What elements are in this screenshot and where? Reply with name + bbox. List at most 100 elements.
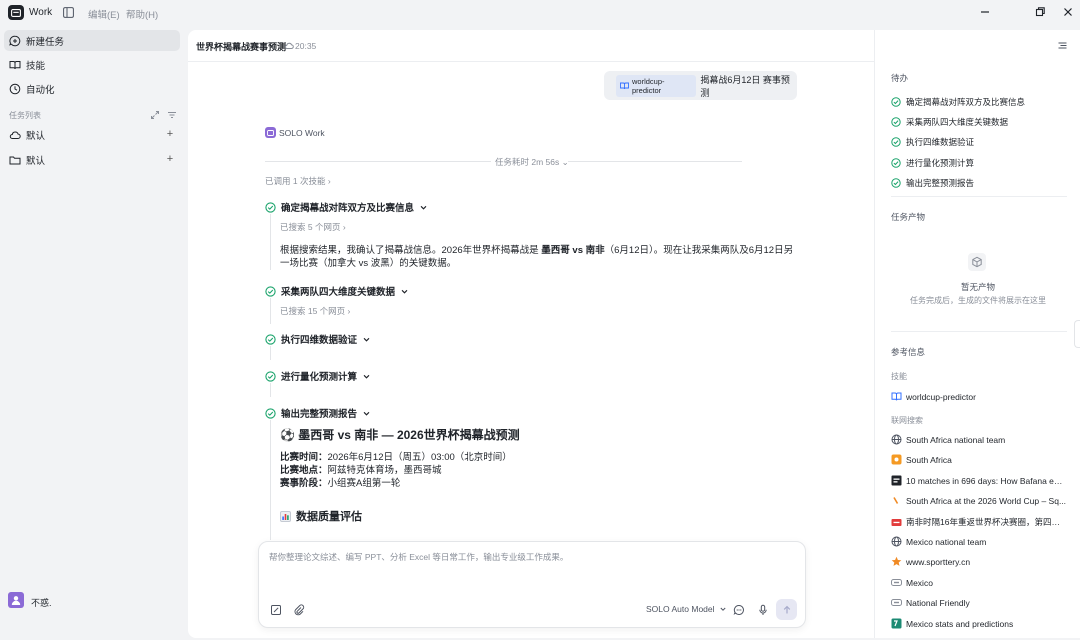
site-orange-icon bbox=[891, 454, 902, 465]
reference-label: www.sporttery.cn bbox=[906, 556, 971, 567]
report-title: ⚽ 墨西哥 vs 南非 — 2026世界杯揭幕战预测 bbox=[280, 428, 520, 442]
reference-label: Mexico stats and predictions bbox=[906, 618, 1014, 629]
divider bbox=[265, 161, 491, 162]
user-message-bubble: worldcup-predictor 揭幕战6月12日 赛事预测 bbox=[604, 71, 797, 100]
restore-icon[interactable] bbox=[1034, 6, 1046, 18]
check-circle-icon bbox=[265, 201, 276, 213]
reference-link[interactable]: Mexico bbox=[891, 577, 1067, 588]
add-task-button[interactable]: + bbox=[165, 129, 175, 140]
book-icon bbox=[891, 391, 902, 402]
sidebar-item-label: 新建任务 bbox=[26, 36, 65, 48]
filter-icon[interactable] bbox=[167, 110, 177, 120]
globe-icon bbox=[891, 536, 902, 547]
scroll-handle[interactable] bbox=[1074, 320, 1080, 348]
step-1-text: 根据搜索结果，我确认了揭幕战信息。2026年世界杯揭幕战是 墨西哥 vs 南非（… bbox=[280, 244, 800, 270]
task-duration-toggle[interactable]: 任务耗时 2m 56s ⌄ bbox=[495, 156, 569, 168]
panel-toggle-icon[interactable] bbox=[1057, 40, 1068, 51]
reference-link[interactable]: 南非时隔16年重返世界杯决赛圈，第四次... bbox=[891, 516, 1067, 528]
reference-link[interactable]: www.sporttery.cn bbox=[891, 556, 1067, 567]
chevron-down-icon bbox=[362, 409, 371, 418]
attachment-icon[interactable] bbox=[293, 604, 305, 616]
report-key: 赛事阶段： bbox=[280, 478, 328, 489]
cube-icon bbox=[968, 253, 986, 271]
user-message-text: 揭幕战6月12日 赛事预测 bbox=[700, 74, 790, 98]
step-title: 进行量化预测计算 bbox=[281, 372, 358, 383]
reference-label: worldcup-predictor bbox=[906, 391, 976, 402]
app-name: Work bbox=[29, 7, 53, 18]
cloud-icon bbox=[9, 129, 21, 141]
step-text: 根据搜索结果，我确认了揭幕战信息。2026年世界杯揭幕战是 bbox=[280, 245, 542, 256]
chevron-down-icon bbox=[362, 335, 371, 344]
search-results-link[interactable]: 已搜索 15 个网页 › bbox=[280, 305, 350, 317]
edit-icon[interactable] bbox=[270, 604, 282, 616]
reference-label: South Africa at the 2026 World Cup – Sq.… bbox=[906, 495, 1067, 506]
step-title: 采集两队四大维度关键数据 bbox=[281, 287, 396, 298]
site-dark-icon bbox=[891, 475, 902, 486]
minimize-icon[interactable] bbox=[979, 6, 991, 18]
menu-edit[interactable]: 编辑(E) bbox=[88, 7, 120, 21]
avatar[interactable] bbox=[8, 592, 24, 608]
skills-used-text: 已调用 1 次技能 bbox=[265, 176, 326, 186]
task-group-default-cloud[interactable]: 默认 bbox=[4, 124, 180, 145]
reference-link[interactable]: Mexico national team bbox=[891, 536, 1067, 547]
add-task-button[interactable]: + bbox=[165, 154, 175, 165]
reference-link[interactable]: South Africa bbox=[891, 454, 1067, 465]
microphone-icon[interactable] bbox=[757, 604, 769, 616]
sidebar-item-skills[interactable]: 技能 bbox=[4, 54, 180, 75]
reference-link[interactable]: 10 matches in 696 days: How Bafana end..… bbox=[891, 475, 1067, 486]
report-row: 比赛地点：阿兹特克体育场，墨西哥城 bbox=[280, 462, 442, 476]
divider bbox=[891, 331, 1067, 332]
close-icon[interactable] bbox=[1062, 6, 1074, 18]
skill-chip[interactable]: worldcup-predictor bbox=[616, 74, 697, 97]
todo-label: 确定揭幕战对阵双方及比赛信息 bbox=[906, 97, 1026, 107]
step-connector bbox=[270, 383, 271, 397]
page-title: 世界杯揭幕战赛事预测 bbox=[196, 42, 287, 52]
reference-skill[interactable]: worldcup-predictor bbox=[891, 391, 1067, 402]
sidebar-item-automation[interactable]: 自动化 bbox=[4, 78, 180, 99]
send-button[interactable] bbox=[776, 599, 797, 620]
chat-bubble-icon[interactable] bbox=[733, 604, 745, 616]
sidebar-toggle-icon[interactable] bbox=[63, 7, 74, 18]
step-title: 执行四维数据验证 bbox=[281, 335, 358, 346]
divider bbox=[188, 61, 874, 62]
check-circle-icon bbox=[891, 137, 901, 147]
step-2[interactable]: 采集两队四大维度关键数据 bbox=[265, 284, 409, 298]
step-4[interactable]: 进行量化预测计算 bbox=[265, 369, 371, 383]
expand-icon[interactable] bbox=[150, 110, 160, 120]
reference-link[interactable]: South Africa national team bbox=[891, 434, 1067, 445]
todo-item: 进行量化预测计算 bbox=[891, 157, 974, 169]
new-task-icon bbox=[9, 35, 21, 47]
skills-used-link[interactable]: 已调用 1 次技能 › bbox=[265, 175, 331, 187]
reference-link[interactable]: National Friendly bbox=[891, 597, 1067, 608]
report-value: 小组赛A组第一轮 bbox=[327, 478, 401, 489]
todo-label: 进行量化预测计算 bbox=[906, 158, 975, 168]
chevron-down-icon bbox=[362, 372, 371, 381]
reference-label: Mexico bbox=[906, 577, 933, 588]
task-group-default-folder[interactable]: 默认 bbox=[4, 149, 180, 170]
skill-chip-label: worldcup-predictor bbox=[632, 76, 665, 95]
menu-help[interactable]: 帮助(H) bbox=[126, 7, 158, 21]
todo-item: 输出完整预测报告 bbox=[891, 177, 974, 189]
check-circle-icon bbox=[265, 370, 276, 382]
sidebar-item-new-task[interactable]: 新建任务 bbox=[4, 30, 180, 51]
chat-input[interactable] bbox=[269, 552, 789, 562]
sidebar: 新建任务 技能 自动化 任务列表 默认 + 默认 + bbox=[0, 26, 188, 640]
clock-icon bbox=[9, 83, 21, 95]
step-5[interactable]: 输出完整预测报告 bbox=[265, 406, 371, 420]
search-count: 已搜索 15 个网页 bbox=[280, 306, 346, 316]
task-duration: 任务耗时 2m 56s bbox=[495, 157, 560, 167]
step-3[interactable]: 执行四维数据验证 bbox=[265, 332, 371, 346]
chevron-down-icon bbox=[419, 203, 428, 212]
sidebar-item-label: 自动化 bbox=[26, 84, 55, 96]
step-title: 输出完整预测报告 bbox=[281, 409, 358, 420]
model-select[interactable]: SOLO Auto Model bbox=[646, 604, 727, 614]
cloud-sync-icon bbox=[284, 41, 294, 50]
chevron-down-icon bbox=[719, 605, 727, 613]
search-results-link[interactable]: 已搜索 5 个网页 › bbox=[280, 221, 346, 233]
reference-link[interactable]: Mexico stats and predictions bbox=[891, 618, 1067, 629]
step-1[interactable]: 确定揭幕战对阵双方及比赛信息 bbox=[265, 200, 428, 214]
agent-name: SOLO Work bbox=[279, 128, 325, 138]
reference-label: 南非时隔16年重返世界杯决赛圈，第四次... bbox=[906, 517, 1067, 527]
reference-link[interactable]: South Africa at the 2026 World Cup – Sq.… bbox=[891, 495, 1067, 506]
agent-avatar-icon bbox=[265, 127, 276, 138]
